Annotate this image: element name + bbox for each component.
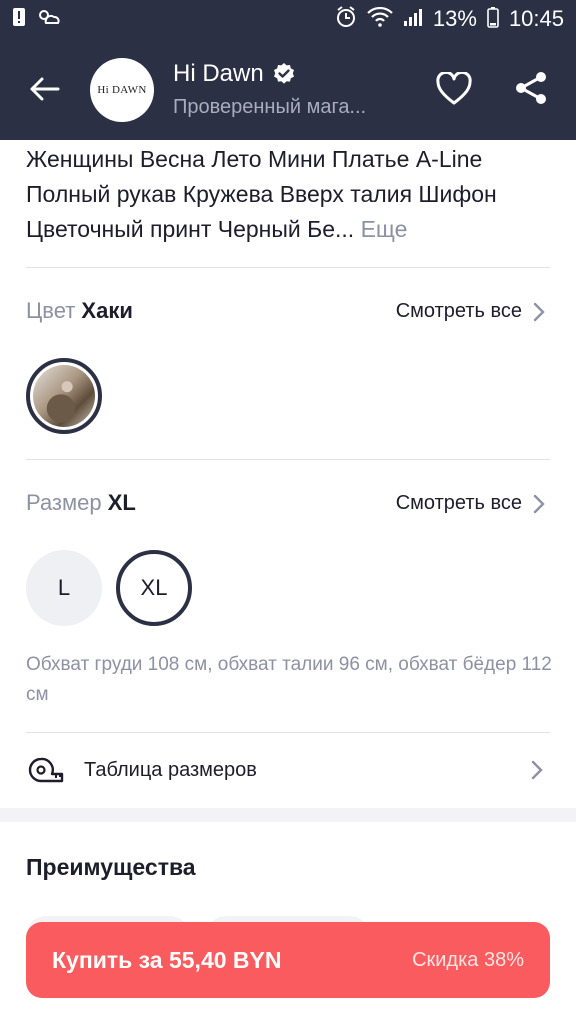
color-swatch-khaki[interactable] [26,358,102,434]
product-title[interactable]: Женщины Весна Лето Мини Платье A-Line По… [26,142,556,247]
size-see-all-button[interactable]: Смотреть все [396,492,546,515]
signal-icon [403,7,423,31]
more-link[interactable]: Еще [361,216,408,242]
status-bar: 13% 10:45 [0,0,576,38]
size-table-label: Таблица размеров [84,758,257,781]
size-option-xl[interactable]: XL [116,550,192,626]
verified-badge-icon [273,63,294,84]
product-title-text: Женщины Весна Лето Мини Платье A-Line По… [26,146,497,242]
shop-subtitle: Проверенный мага... [173,96,367,118]
shop-logo-text: Hi DAWN [97,84,147,96]
alarm-icon [335,6,357,32]
buy-button[interactable]: Купить за 55,40 BYN Скидка 38% [26,922,550,998]
chevron-right-icon [531,760,543,780]
color-value: Хаки [81,298,133,323]
color-label: Цвет [26,298,76,323]
benefits-title: Преимущества [26,854,196,880]
divider [26,267,550,268]
back-arrow-icon[interactable] [26,71,62,107]
divider [26,732,550,733]
measuring-tape-icon [28,757,64,783]
color-see-all-label: Смотреть все [395,300,522,322]
size-measurements: Обхват груди 108 см, обхват талии 96 см,… [26,654,552,705]
size-label: Размер [26,490,102,515]
alert-icon [12,7,26,31]
battery-percent: 13% [432,6,477,31]
shop-logo[interactable]: Hi DAWN [90,58,154,122]
size-see-all-label: Смотреть все [395,492,522,514]
chevron-right-icon [533,302,545,321]
chevron-right-icon [533,494,545,513]
size-option-l[interactable]: L [26,550,102,626]
color-swatch-image [33,365,95,427]
buy-price: Купить за 55,40 BYN [52,946,282,973]
size-table-row[interactable]: Таблица размеров [26,752,550,788]
buy-discount: Скидка 38% [412,948,524,971]
battery-icon [487,6,499,32]
favorite-heart-icon[interactable] [436,72,472,106]
app-header: Hi DAWN Hi Dawn Проверенный мага... [0,38,576,140]
share-icon[interactable] [513,70,549,106]
shop-name: Hi Dawn [173,60,264,87]
color-see-all-button[interactable]: Смотреть все [396,300,546,323]
divider [26,459,550,460]
wifi-icon [367,6,393,31]
size-value: XL [107,490,136,515]
product-details: Женщины Весна Лето Мини Платье A-Line По… [0,140,576,1024]
weather-icon [36,7,62,31]
section-separator [0,808,576,822]
color-label-row: Цвет Хаки [26,298,133,324]
size-label-row: Размер XL [26,490,136,516]
shop-name-row[interactable]: Hi Dawn [173,60,296,88]
clock: 10:45 [508,6,564,31]
